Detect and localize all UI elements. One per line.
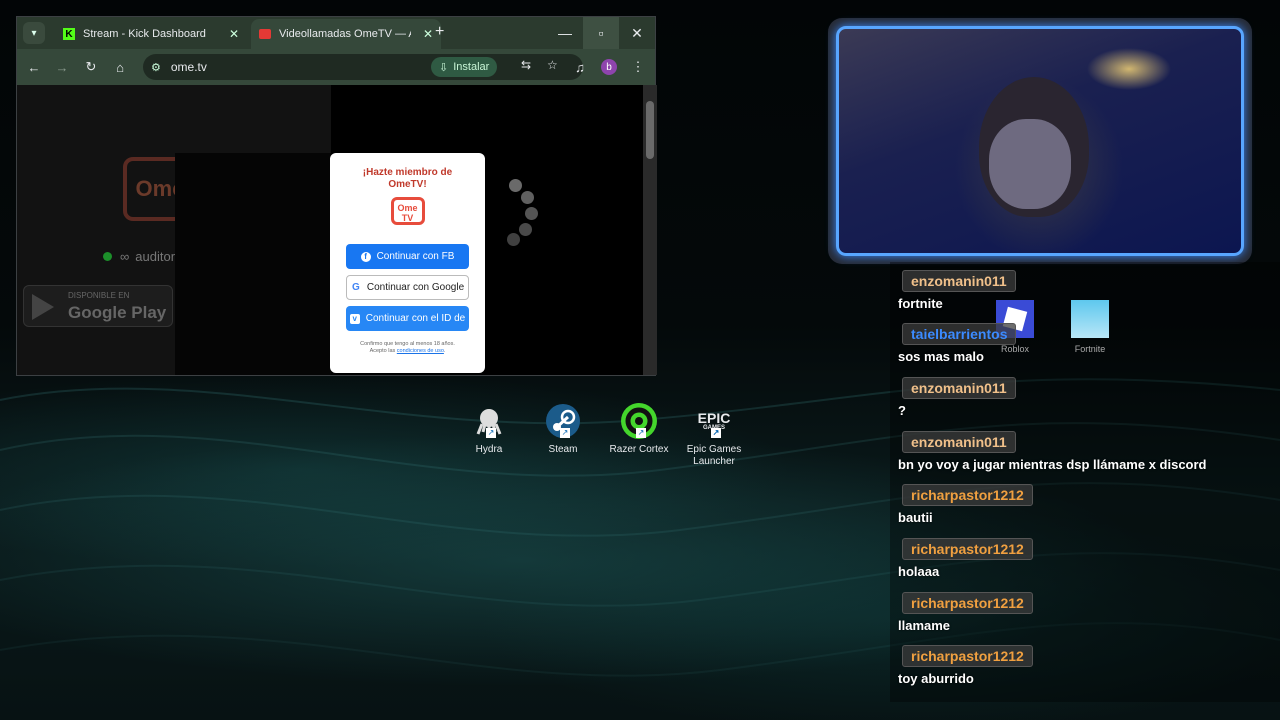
page-viewport: Ome ∞ auditor DISPONIBLE EN Google Play ¡… <box>17 85 643 375</box>
tab-label: Videollamadas OmeTV — Alter <box>279 28 411 40</box>
google-icon: G <box>351 281 360 293</box>
chat-username: enzomanin011 <box>902 270 1016 292</box>
continue-facebook-button[interactable]: f Continuar con FB <box>346 244 469 269</box>
desktop-icon-steam[interactable]: ↗ Steam <box>528 402 598 456</box>
chat-message: richarpastor1212 toy aburrido <box>898 645 1033 686</box>
chat-text: holaaa <box>898 564 940 579</box>
desktop-icon-epic-games[interactable]: EPICGAMES ↗ Epic Games Launcher <box>679 402 749 468</box>
desktop-icon-label: Epic Games Launcher <box>686 444 742 467</box>
shortcut-arrow-icon: ↗ <box>711 428 721 438</box>
media-control-icon[interactable]: ♫ <box>569 56 591 78</box>
install-icon: ⇩ <box>439 61 449 74</box>
close-window-button[interactable]: ✕ <box>619 17 655 49</box>
close-tab-icon[interactable]: ✕ <box>229 27 239 41</box>
google-play-icon <box>32 294 54 320</box>
chat-text: sos mas malo <box>898 349 984 364</box>
browser-window: ▾ K Stream - Kick Dashboard ✕ Videollama… <box>16 16 657 376</box>
desktop-icon-label: Razer Cortex <box>609 444 669 455</box>
forward-button[interactable]: → <box>51 56 73 78</box>
shortcut-arrow-icon: ↗ <box>560 428 570 438</box>
ometv-favicon-icon <box>259 29 271 39</box>
tab-label: Stream - Kick Dashboard <box>83 28 206 40</box>
modal-title: ¡Hazte miembro de OmeTV! <box>362 167 453 190</box>
chat-username: richarpastor1212 <box>902 645 1033 667</box>
browser-toolbar: ← → ↻ ⌂ ⚙ ome.tv ⇩ Instalar ⇆ ☆ ♫ b ⋮ <box>17 49 655 85</box>
url-text: ome.tv <box>170 60 207 74</box>
chat-username: richarpastor1212 <box>902 538 1033 560</box>
scrollbar-thumb[interactable] <box>646 101 654 159</box>
webcam-overlay <box>828 18 1252 264</box>
bookmark-star-icon[interactable]: ☆ <box>547 58 558 72</box>
chat-message: richarpastor1212 llamame <box>898 592 1033 633</box>
desktop-icon-label: Hydra <box>475 444 503 455</box>
chat-message: enzomanin011 ? <box>898 377 1016 418</box>
terms-link[interactable]: condiciones de uso <box>397 348 444 354</box>
profile-avatar[interactable]: b <box>601 59 617 75</box>
continue-vk-button[interactable]: v Continuar con el ID de <box>346 306 469 331</box>
reload-button[interactable]: ↻ <box>80 56 102 78</box>
chat-text: toy aburrido <box>898 671 974 686</box>
shortcut-arrow-icon: ↗ <box>486 428 496 438</box>
chat-message: enzomanin011 bn yo voy a jugar mientras … <box>898 431 1207 472</box>
home-button[interactable]: ⌂ <box>109 56 131 78</box>
chat-username: richarpastor1212 <box>902 592 1033 614</box>
chat-username: enzomanin011 <box>902 377 1016 399</box>
minimize-button[interactable]: — <box>547 17 583 49</box>
back-button[interactable]: ← <box>23 56 45 78</box>
close-tab-icon[interactable]: ✕ <box>423 27 433 41</box>
tab-kick-dashboard[interactable]: K Stream - Kick Dashboard ✕ <box>55 19 247 49</box>
chat-text: llamame <box>898 618 951 633</box>
hydra-icon: ↗ <box>470 402 508 440</box>
game-icon-fortnite[interactable]: Fortnite <box>1055 300 1125 354</box>
browser-menu-icon[interactable]: ⋮ <box>627 56 649 78</box>
chat-text: ? <box>898 403 906 418</box>
google-play-big-text: Google Play <box>68 303 167 322</box>
chat-text: bn yo voy a jugar mientras dsp llámame x… <box>898 457 1207 472</box>
new-tab-button[interactable]: + <box>435 23 444 41</box>
translate-icon[interactable]: ⇆ <box>521 58 531 72</box>
tab-ometv[interactable]: Videollamadas OmeTV — Alter ✕ <box>251 19 441 49</box>
facebook-icon: f <box>360 251 371 262</box>
ometv-modal-logo-icon: Ome TV <box>390 197 425 225</box>
steam-icon: ↗ <box>544 402 582 440</box>
shortcut-arrow-icon: ↗ <box>636 428 646 438</box>
chat-username: enzomanin011 <box>902 431 1016 453</box>
razer-cortex-icon: ↗ <box>620 402 658 440</box>
chat-text: fortnite <box>898 296 943 311</box>
install-label: Instalar <box>453 61 490 73</box>
chat-username: taielbarrientos <box>902 323 1017 345</box>
continue-google-button[interactable]: G Continuar con Google <box>346 275 469 300</box>
chat-message: enzomanin011 fortnite <box>898 270 1016 311</box>
address-bar[interactable]: ⚙ ome.tv ⇩ Instalar ⇆ ☆ <box>143 54 583 80</box>
chat-text: bautii <box>898 510 933 525</box>
fortnite-icon <box>1071 300 1109 338</box>
vk-icon: v <box>349 313 360 324</box>
kick-favicon-icon: K <box>63 28 75 40</box>
video-placeholder <box>175 153 331 375</box>
auditor-count: ∞ auditor <box>103 249 175 264</box>
tab-search-button[interactable]: ▾ <box>23 22 45 44</box>
desktop-icon-hydra[interactable]: ↗ Hydra <box>454 402 524 456</box>
site-info-icon[interactable]: ⚙ <box>151 61 161 74</box>
webcam-person-face <box>989 119 1071 209</box>
epic-games-icon: EPICGAMES ↗ <box>697 409 731 438</box>
signup-modal: ¡Hazte miembro de OmeTV! Ome TV f Contin… <box>330 153 485 373</box>
desktop-icon-razer-cortex[interactable]: ↗ Razer Cortex <box>604 402 674 456</box>
google-play-badge[interactable]: DISPONIBLE EN Google Play <box>23 285 173 327</box>
loading-spinner-icon <box>487 175 547 255</box>
google-play-small-text: DISPONIBLE EN <box>68 291 130 300</box>
chat-message: taielbarrientos sos mas malo <box>898 323 1017 364</box>
chat-message: richarpastor1212 bautii <box>898 484 1033 525</box>
game-icon-label: Fortnite <box>1074 344 1106 354</box>
page-scrollbar[interactable] <box>643 85 657 375</box>
tab-strip: ▾ K Stream - Kick Dashboard ✕ Videollama… <box>17 17 655 49</box>
maximize-button[interactable]: ▫ <box>583 17 619 49</box>
desktop-icon-label: Steam <box>548 444 578 455</box>
chat-username: richarpastor1212 <box>902 484 1033 506</box>
age-confirmation-text: Confirmo que tengo al menos 18 años. Ace… <box>360 341 455 354</box>
chat-message: richarpastor1212 holaaa <box>898 538 1033 579</box>
webcam-feed <box>836 26 1244 256</box>
install-app-button[interactable]: ⇩ Instalar <box>431 57 498 77</box>
online-dot-icon <box>103 252 112 261</box>
